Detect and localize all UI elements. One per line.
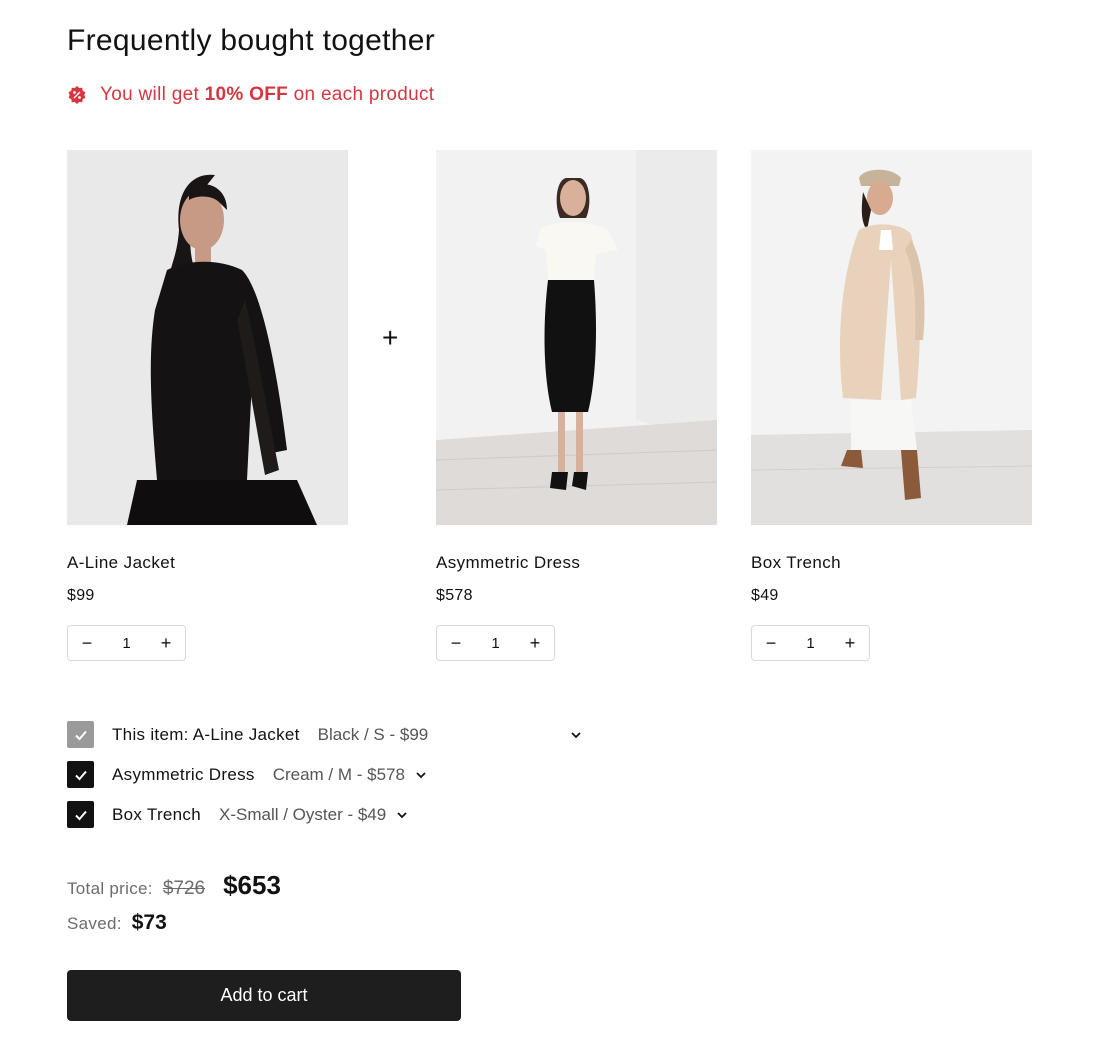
decrease-quantity-button[interactable]: −	[74, 630, 100, 656]
section-title: Frequently bought together	[67, 24, 436, 57]
bundle-option-label: Asymmetric Dress	[112, 764, 255, 784]
saved-amount: $73	[131, 911, 167, 934]
quantity-stepper: − 1 +	[436, 625, 555, 661]
product-image-a-line-jacket[interactable]	[67, 150, 348, 525]
product-image-box-trench[interactable]	[751, 150, 1032, 525]
product-card-a-line-jacket: A-Line Jacket $99 − 1 +	[67, 150, 348, 661]
bundle-totals: Total price: $726 $653 Saved: $73	[67, 870, 281, 935]
plus-separator-icon: +	[382, 322, 399, 353]
discount-badge-icon	[67, 85, 87, 105]
product-price: $49	[751, 587, 779, 604]
bundle-option-box-trench: Box Trench X-Small / Oyster - $49	[67, 801, 582, 828]
bundle-option-label: Box Trench	[112, 804, 201, 824]
bundle-checkbox[interactable]	[67, 801, 94, 828]
bundle-option-asymmetric-dress: Asymmetric Dress Cream / M - $578	[67, 761, 582, 788]
increase-quantity-button[interactable]: +	[153, 630, 179, 656]
discount-promo: You will get 10% OFF on each product	[67, 84, 434, 106]
product-name[interactable]: A-Line Jacket	[67, 553, 348, 573]
variant-select[interactable]: Cream / M - $578	[273, 765, 427, 785]
bundle-option-label: This item: A-Line Jacket	[112, 724, 300, 744]
total-price-row: Total price: $726 $653	[67, 870, 281, 901]
bundle-option-a-line-jacket: This item: A-Line Jacket Black / S - $99	[67, 721, 582, 748]
quantity-value[interactable]: 1	[491, 635, 499, 652]
quantity-stepper: − 1 +	[67, 625, 186, 661]
quantity-value[interactable]: 1	[122, 635, 130, 652]
promo-highlight: 10% OFF	[204, 84, 289, 105]
product-image-asymmetric-dress[interactable]	[436, 150, 717, 525]
variant-select-value: Cream / M - $578	[272, 764, 405, 784]
variant-select-value: Black / S - $99	[317, 724, 429, 744]
chevron-down-icon	[571, 731, 581, 738]
increase-quantity-button[interactable]: +	[837, 630, 863, 656]
decrease-quantity-button[interactable]: −	[758, 630, 784, 656]
increase-quantity-button[interactable]: +	[522, 630, 548, 656]
add-to-cart-button[interactable]: Add to cart	[67, 970, 461, 1021]
checkmark-icon	[74, 730, 87, 740]
chevron-down-icon	[416, 771, 426, 778]
bundle-options: This item: A-Line Jacket Black / S - $99…	[67, 721, 582, 841]
promo-suffix: on each product	[293, 84, 435, 105]
decrease-quantity-button[interactable]: −	[443, 630, 469, 656]
product-price: $578	[436, 587, 473, 604]
promo-prefix: You will get	[100, 84, 200, 105]
bundle-checkbox[interactable]	[67, 721, 94, 748]
chevron-down-icon	[397, 811, 407, 818]
original-price: $726	[162, 878, 206, 899]
checkmark-icon	[74, 770, 87, 780]
checkmark-icon	[74, 810, 87, 820]
product-card-asymmetric-dress: Asymmetric Dress $578 − 1 +	[436, 150, 717, 661]
quantity-value[interactable]: 1	[806, 635, 814, 652]
saved-label: Saved:	[67, 914, 122, 933]
variant-select[interactable]: Black / S - $99	[318, 725, 583, 745]
product-card-box-trench: Box Trench $49 − 1 +	[751, 150, 1032, 661]
variant-select-value: X-Small / Oyster - $49	[219, 804, 387, 824]
total-price-label: Total price:	[67, 879, 153, 898]
saved-row: Saved: $73	[67, 911, 281, 935]
product-name[interactable]: Box Trench	[751, 553, 1032, 573]
bundle-checkbox[interactable]	[67, 761, 94, 788]
product-name[interactable]: Asymmetric Dress	[436, 553, 717, 573]
product-price: $99	[67, 587, 95, 604]
discounted-price: $653	[223, 870, 281, 900]
quantity-stepper: − 1 +	[751, 625, 870, 661]
variant-select[interactable]: X-Small / Oyster - $49	[219, 805, 408, 825]
